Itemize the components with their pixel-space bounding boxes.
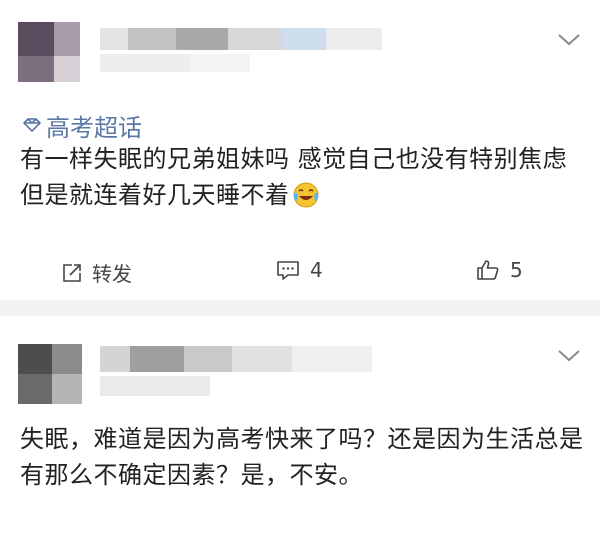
repost-button[interactable]: 转发 — [62, 258, 132, 287]
comment-button[interactable]: 4 — [276, 258, 323, 282]
comment-icon — [277, 261, 299, 280]
post-text-content: 失眠，难道是因为高考快来了吗？还是因为生活总是有那么不确定因素？是，不安。 — [20, 425, 584, 489]
diamond-icon — [23, 118, 41, 132]
chevron-down-icon[interactable] — [556, 32, 582, 48]
post-divider — [0, 300, 600, 316]
blurred-user-header[interactable] — [0, 316, 400, 416]
post-text: 有一样失眠的兄弟姐妹吗 感觉自己也没有特别焦虑 但是就连着好几天睡不着 — [20, 141, 580, 213]
laugh-cry-emoji-icon — [293, 182, 318, 208]
like-button[interactable]: 5 — [476, 258, 523, 282]
weibo-post: 高考超话 有一样失眠的兄弟姐妹吗 感觉自己也没有特别焦虑 但是就连着好几天睡不着… — [0, 0, 600, 300]
super-topic-label: 高考超话 — [46, 113, 142, 142]
chevron-down-icon[interactable] — [556, 348, 582, 364]
post-actions: 转发 4 5 — [0, 252, 600, 292]
blurred-user-header[interactable] — [0, 0, 400, 100]
repost-label: 转发 — [92, 262, 132, 286]
repost-icon — [63, 263, 81, 282]
comment-count: 4 — [310, 258, 323, 282]
super-topic-link[interactable]: 高考超话 — [22, 110, 142, 142]
thumbs-up-icon — [477, 260, 499, 280]
post-text: 失眠，难道是因为高考快来了吗？还是因为生活总是有那么不确定因素？是，不安。 — [20, 421, 590, 493]
like-count: 5 — [510, 258, 523, 282]
